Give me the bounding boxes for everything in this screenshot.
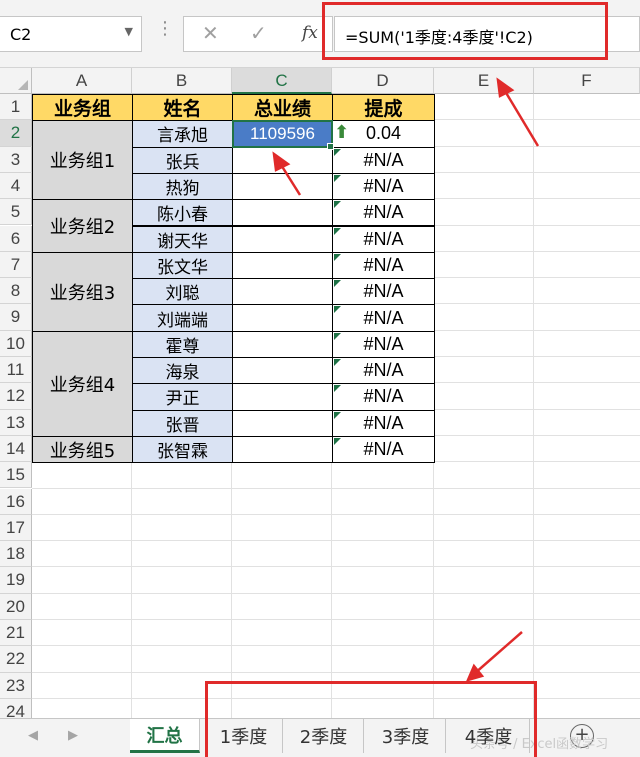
arrow-head-cell [272, 151, 291, 172]
arrow-to-tabs [473, 631, 523, 675]
arrow-to-formula [500, 85, 540, 147]
annotation-arrows [272, 77, 540, 682]
arrow-head-formula [496, 77, 515, 98]
